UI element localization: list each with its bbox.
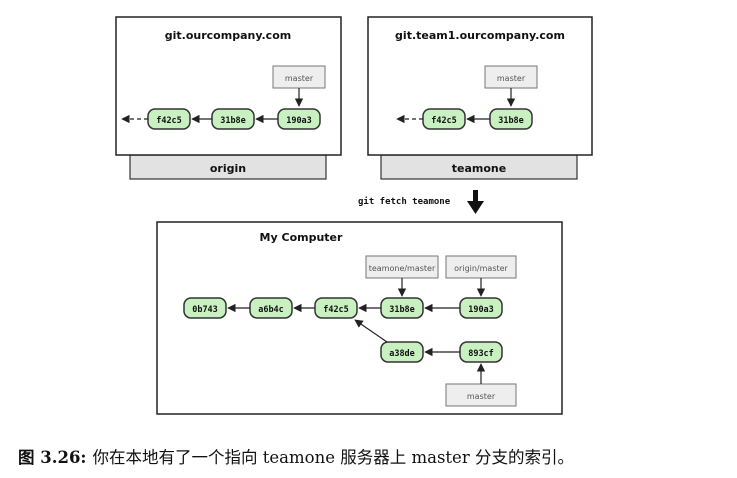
local-repository: My Computer teamone/master origin/master… (156, 221, 563, 415)
commit-id: a38de (389, 349, 415, 359)
commit-id: 0b743 (192, 305, 218, 315)
server-teamone: teamone git.team1.ourcompany.com master … (367, 16, 593, 180)
fetch-arrow (467, 190, 484, 214)
commit-id: f42c5 (431, 116, 457, 126)
figure-label: 图 3.26: (18, 448, 87, 467)
server-label: origin (210, 162, 246, 175)
server-origin: origin git.ourcompany.com master f42c5 3… (115, 16, 342, 180)
commit-id: f42c5 (156, 116, 182, 126)
commit-id: 31b8e (220, 116, 246, 126)
commit-id: 31b8e (389, 305, 415, 315)
branch-name: master (497, 74, 526, 83)
caption-text: 你在本地有了一个指向 teamone 服务器上 master 分支的索引。 (92, 448, 574, 467)
branch-name: master (467, 392, 496, 401)
server-label: teamone (452, 162, 506, 175)
fetch-command: git fetch teamone (358, 196, 451, 207)
branch-name: origin/master (454, 264, 508, 273)
commit-id: 190a3 (286, 116, 312, 126)
commit-id: 893cf (468, 349, 494, 359)
branch-name: master (285, 74, 314, 83)
server-title: git.ourcompany.com (165, 29, 291, 42)
server-title: git.team1.ourcompany.com (395, 29, 565, 42)
git-fetch-diagram: origin git.ourcompany.com master f42c5 3… (115, 16, 593, 415)
local-title: My Computer (260, 231, 343, 244)
commit-id: 31b8e (498, 116, 524, 126)
commit-id: 190a3 (468, 305, 494, 315)
commit-id: f42c5 (323, 305, 349, 315)
figure-caption: 图 3.26: 你在本地有了一个指向 teamone 服务器上 master 分支… (18, 444, 723, 468)
commit-id: a6b4c (258, 305, 284, 315)
branch-name: teamone/master (369, 264, 436, 273)
